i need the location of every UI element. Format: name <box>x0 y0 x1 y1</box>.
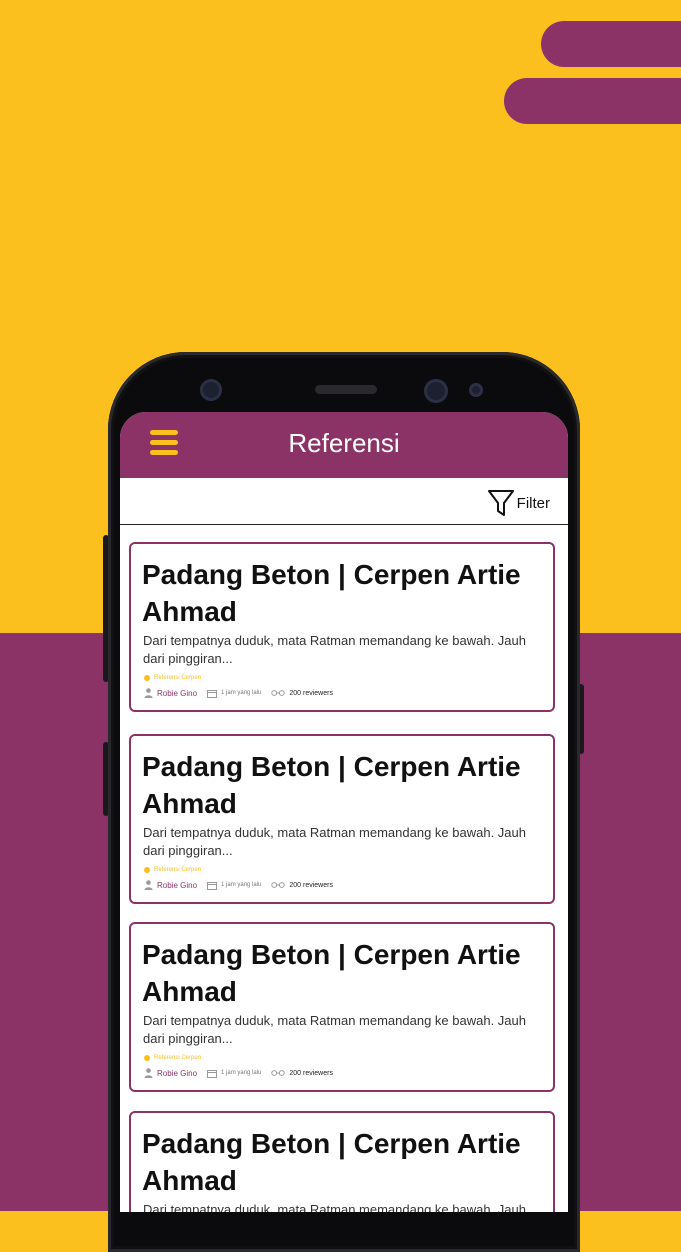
filter-label: Filter <box>516 494 550 512</box>
article-time: 1 jam yang lalu <box>221 1070 262 1076</box>
glasses-icon <box>271 882 286 888</box>
article-author[interactable]: Robie Gino <box>157 1069 197 1078</box>
glasses-icon <box>271 1070 286 1076</box>
calendar-icon <box>207 1069 218 1078</box>
article-category[interactable]: Referensi Cerpen <box>144 675 201 681</box>
front-camera-icon <box>424 379 448 403</box>
article-excerpt: Dari tempatnya duduk, mata Ratman memand… <box>143 825 526 858</box>
filter-bar: Filter <box>120 478 568 525</box>
calendar-icon <box>207 689 218 698</box>
article-title[interactable]: Padang Beton | Cerpen Artie Ahmad <box>142 936 547 1010</box>
glasses-icon <box>271 690 286 696</box>
article-author[interactable]: Robie Gino <box>157 689 197 698</box>
filter-button[interactable]: Filter <box>487 488 550 518</box>
user-icon <box>144 880 153 890</box>
article-excerpt: Dari tempatnya duduk, mata Ratman memand… <box>143 633 526 666</box>
article-meta: Robie Gino 1 jam yang lalu 200 reviewers <box>144 1068 343 1078</box>
article-category[interactable]: Referensi Cerpen <box>144 867 201 873</box>
app-bar: Referensi <box>120 412 568 478</box>
article-excerpt: Dari tempatnya duduk, mata Ratman memand… <box>143 1202 526 1212</box>
article-title[interactable]: Padang Beton | Cerpen Artie Ahmad <box>142 748 547 822</box>
article-reviewers: 200 reviewers <box>289 689 333 697</box>
article-meta: Robie Gino 1 jam yang lalu 200 reviewers <box>144 880 343 890</box>
article-card[interactable]: Padang Beton | Cerpen Artie Ahmad Dari te… <box>129 542 555 712</box>
phone-screen: Referensi Filter Padang Beton | Cerpen A… <box>120 412 568 1212</box>
article-reviewers: 200 reviewers <box>289 1069 333 1077</box>
article-title[interactable]: Padang Beton | Cerpen Artie Ahmad <box>142 1125 547 1199</box>
article-author[interactable]: Robie Gino <box>157 881 197 890</box>
article-card[interactable]: Padang Beton | Cerpen Artie Ahmad Dari te… <box>129 922 555 1092</box>
calendar-icon <box>207 881 218 890</box>
phone-speaker <box>315 385 377 394</box>
front-sensor-icon <box>200 379 222 401</box>
iris-sensor-icon <box>469 383 483 397</box>
article-title[interactable]: Padang Beton | Cerpen Artie Ahmad <box>142 556 547 630</box>
filter-icon <box>487 488 515 518</box>
article-card[interactable]: Padang Beton | Cerpen Artie Ahmad Dari te… <box>129 1111 555 1212</box>
article-excerpt: Dari tempatnya duduk, mata Ratman memand… <box>143 1013 526 1046</box>
article-time: 1 jam yang lalu <box>221 690 262 696</box>
article-meta: Robie Gino 1 jam yang lalu 200 reviewers <box>144 688 343 698</box>
article-category[interactable]: Referensi Cerpen <box>144 1055 201 1061</box>
category-label: Referensi Cerpen <box>154 675 202 681</box>
category-label: Referensi Cerpen <box>154 867 202 873</box>
category-label: Referensi Cerpen <box>154 1055 202 1061</box>
article-time: 1 jam yang lalu <box>221 882 262 888</box>
decorative-pill-top <box>541 21 681 67</box>
user-icon <box>144 688 153 698</box>
article-card[interactable]: Padang Beton | Cerpen Artie Ahmad Dari te… <box>129 734 555 904</box>
page-title: Referensi <box>288 428 400 458</box>
user-icon <box>144 1068 153 1078</box>
article-reviewers: 200 reviewers <box>289 881 333 889</box>
category-dot-icon <box>144 1055 150 1061</box>
category-dot-icon <box>144 675 150 681</box>
category-dot-icon <box>144 867 150 873</box>
decorative-pill-bottom <box>504 78 681 124</box>
